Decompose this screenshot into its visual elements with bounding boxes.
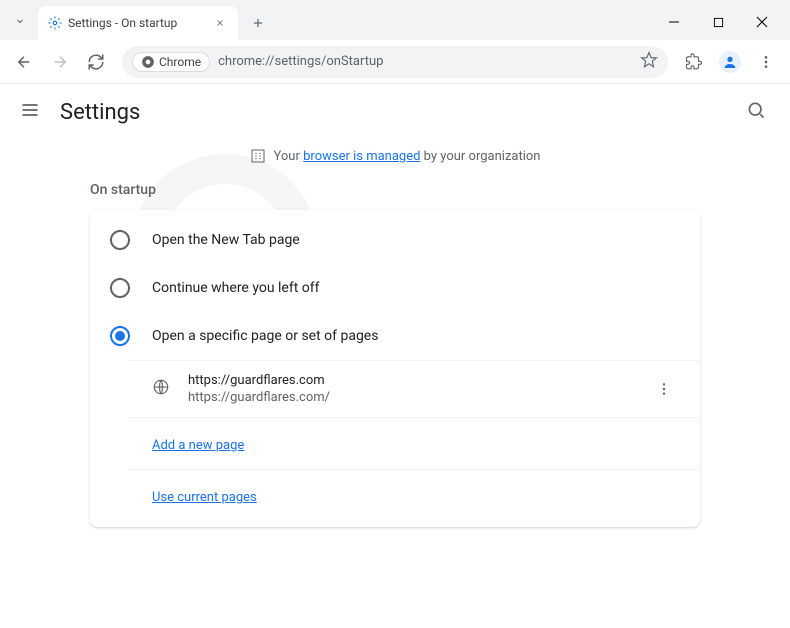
chevron-down-icon bbox=[14, 15, 26, 27]
radio-label: Open the New Tab page bbox=[152, 232, 300, 248]
maximize-button[interactable] bbox=[696, 6, 740, 38]
arrow-right-icon bbox=[51, 53, 69, 71]
managed-prefix: Your bbox=[274, 149, 304, 164]
chrome-chip: Chrome bbox=[132, 52, 210, 72]
omnibox[interactable]: Chrome chrome://settings/onStartup bbox=[122, 46, 668, 78]
radio-icon bbox=[110, 278, 130, 298]
add-page-row: Add a new page bbox=[128, 417, 700, 469]
hamburger-menu-button[interactable] bbox=[20, 100, 44, 124]
building-icon bbox=[250, 148, 266, 164]
close-icon bbox=[215, 18, 225, 28]
browser-menu-button[interactable] bbox=[750, 46, 782, 78]
profile-button[interactable] bbox=[714, 46, 746, 78]
settings-content: Your browser is managed by your organiza… bbox=[0, 140, 790, 527]
use-current-link[interactable]: Use current pages bbox=[152, 490, 257, 505]
globe-icon bbox=[152, 378, 170, 400]
menu-icon bbox=[20, 100, 40, 120]
page-title-text: https://guardflares.com bbox=[188, 373, 630, 388]
radio-continue[interactable]: Continue where you left off bbox=[90, 264, 700, 312]
page-text: https://guardflares.com https://guardfla… bbox=[188, 373, 630, 405]
toolbar-actions bbox=[678, 46, 782, 78]
maximize-icon bbox=[713, 17, 724, 28]
settings-header: Settings bbox=[0, 84, 790, 140]
tab-close-button[interactable] bbox=[212, 15, 228, 31]
search-icon bbox=[746, 100, 766, 120]
close-icon bbox=[756, 16, 768, 28]
settings-favicon-icon bbox=[48, 16, 62, 30]
chrome-chip-label: Chrome bbox=[159, 55, 201, 69]
page-more-button[interactable] bbox=[648, 373, 680, 405]
dots-vertical-icon bbox=[656, 381, 672, 397]
section-label: On startup bbox=[90, 182, 700, 198]
managed-link[interactable]: browser is managed bbox=[303, 149, 420, 164]
forward-button[interactable] bbox=[44, 46, 76, 78]
managed-banner: Your browser is managed by your organiza… bbox=[90, 148, 700, 164]
page-url-text: https://guardflares.com/ bbox=[188, 390, 630, 405]
star-icon bbox=[640, 51, 658, 69]
arrow-left-icon bbox=[15, 53, 33, 71]
radio-specific-pages[interactable]: Open a specific page or set of pages bbox=[90, 312, 700, 360]
radio-open-new-tab[interactable]: Open the New Tab page bbox=[90, 216, 700, 264]
window-controls bbox=[652, 6, 784, 38]
browser-titlebar: Settings - On startup bbox=[0, 0, 790, 40]
close-window-button[interactable] bbox=[740, 6, 784, 38]
add-page-link[interactable]: Add a new page bbox=[152, 438, 244, 453]
reload-button[interactable] bbox=[80, 46, 112, 78]
new-tab-button[interactable] bbox=[244, 9, 272, 37]
back-button[interactable] bbox=[8, 46, 40, 78]
radio-label: Open a specific page or set of pages bbox=[152, 328, 378, 344]
dots-vertical-icon bbox=[758, 54, 774, 70]
radio-label: Continue where you left off bbox=[152, 280, 320, 296]
startup-page-item: https://guardflares.com https://guardfla… bbox=[128, 361, 700, 417]
browser-toolbar: Chrome chrome://settings/onStartup bbox=[0, 40, 790, 84]
reload-icon bbox=[87, 53, 105, 71]
startup-card: Open the New Tab page Continue where you… bbox=[90, 210, 700, 527]
chrome-logo-icon bbox=[141, 55, 155, 69]
avatar-icon bbox=[719, 51, 741, 73]
minimize-button[interactable] bbox=[652, 6, 696, 38]
tab-title: Settings - On startup bbox=[68, 16, 206, 30]
omnibox-url: chrome://settings/onStartup bbox=[218, 54, 632, 69]
page-title: Settings bbox=[60, 100, 140, 125]
managed-suffix: by your organization bbox=[420, 149, 540, 164]
radio-icon bbox=[110, 326, 130, 346]
puzzle-icon bbox=[685, 53, 703, 71]
tab-search-button[interactable] bbox=[6, 6, 34, 36]
minimize-icon bbox=[668, 16, 680, 28]
bookmark-button[interactable] bbox=[640, 51, 658, 73]
radio-icon bbox=[110, 230, 130, 250]
extensions-button[interactable] bbox=[678, 46, 710, 78]
plus-icon bbox=[251, 16, 265, 30]
pages-subsection: https://guardflares.com https://guardfla… bbox=[128, 360, 700, 521]
use-current-row: Use current pages bbox=[128, 469, 700, 521]
search-settings-button[interactable] bbox=[746, 100, 770, 124]
browser-tab[interactable]: Settings - On startup bbox=[38, 6, 238, 40]
